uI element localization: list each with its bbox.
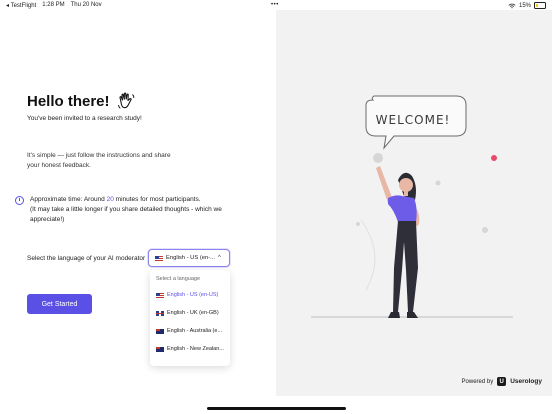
welcome-panel: Hello there! You've been invited to a re… [0, 0, 276, 414]
page-title: Hello there! [27, 92, 110, 110]
person-right-shoe [407, 312, 418, 318]
time-suffix: minutes for most participants. [113, 196, 201, 203]
option-label: English - Australia (e... [167, 328, 223, 334]
time-prefix: Approximate time: Around [30, 196, 107, 203]
option-label: English - UK (en-GB) [167, 310, 219, 316]
language-select[interactable]: English - US (en-... ^ [148, 249, 230, 267]
language-dropdown: Select a language English - US (en-US) E… [150, 270, 230, 366]
language-option-en-au[interactable]: English - Australia (e... [150, 322, 230, 340]
time-note: (It may take a little longer if you shar… [30, 206, 222, 223]
option-label: English - New Zealan... [167, 346, 224, 352]
us-flag-icon [155, 255, 163, 261]
welcome-sign-text: WELCOME! [376, 113, 451, 127]
waving-hand-icon [117, 92, 134, 109]
status-bar-right: 15% [508, 2, 546, 9]
status-bar: ◂ TestFlight 1:28 PM Thu 20 Nov ••• 15% [0, 0, 552, 10]
decor-dot [482, 227, 488, 233]
chevron-up-icon: ^ [217, 255, 221, 261]
decor-curve [360, 219, 376, 291]
powered-by-label: Powered by [461, 378, 494, 385]
powered-by: Powered by U Userology [462, 377, 542, 386]
decor-dot [435, 180, 441, 186]
wifi-icon [508, 3, 516, 8]
uk-flag-icon [156, 310, 164, 316]
battery-icon [534, 2, 546, 9]
greeting-heading: Hello there! [27, 91, 136, 111]
decor-dot [373, 153, 383, 163]
approximate-time: Approximate time: Around 20 minutes for … [15, 195, 240, 225]
person-left-shoe [388, 312, 400, 318]
home-indicator[interactable] [207, 407, 346, 410]
instructions-text: It's simple — just follow the instructio… [27, 152, 171, 169]
welcome-illustration: WELCOME! [311, 95, 513, 318]
invitation-text: You've been invited to a research study! [27, 115, 142, 122]
decor-dot [356, 222, 360, 226]
new-zealand-flag-icon [156, 346, 164, 352]
selected-language: English - US (en-... [166, 255, 215, 261]
us-flag-icon [156, 292, 164, 298]
person-pants [393, 221, 418, 312]
multitasking-dots[interactable]: ••• [271, 2, 279, 8]
person-neck [404, 191, 408, 196]
illustration-panel: WELCOME! Powered by U Userology [276, 10, 552, 396]
option-label: English - US (en-US) [167, 292, 219, 298]
time-minutes: 20 [106, 196, 114, 203]
brand-name: Userology [510, 378, 542, 385]
time-text: Approximate time: Around 20 minutes for … [30, 195, 240, 225]
dropdown-header: Select a language [156, 276, 201, 282]
status-date: Thu 20 Nov [70, 2, 102, 8]
language-label: Select the language of your AI moderator [27, 255, 146, 262]
status-time: 1:28 PM [42, 2, 65, 8]
status-bar-left: ◂ TestFlight 1:28 PM Thu 20 Nov [6, 2, 102, 9]
person-head [399, 178, 413, 192]
userology-logo-icon: U [497, 377, 507, 386]
clock-icon [15, 196, 24, 205]
decor-dot [491, 155, 497, 161]
get-started-button[interactable]: Get Started [27, 294, 92, 314]
language-option-en-us[interactable]: English - US (en-US) [150, 286, 230, 304]
battery-percent: 15% [518, 2, 531, 9]
australia-flag-icon [156, 328, 164, 334]
language-option-en-gb[interactable]: English - UK (en-GB) [150, 304, 230, 322]
person-shirt [388, 195, 417, 222]
language-option-en-nz[interactable]: English - New Zealan... [150, 340, 230, 358]
back-to-testflight-link[interactable]: ◂ TestFlight [6, 2, 36, 9]
